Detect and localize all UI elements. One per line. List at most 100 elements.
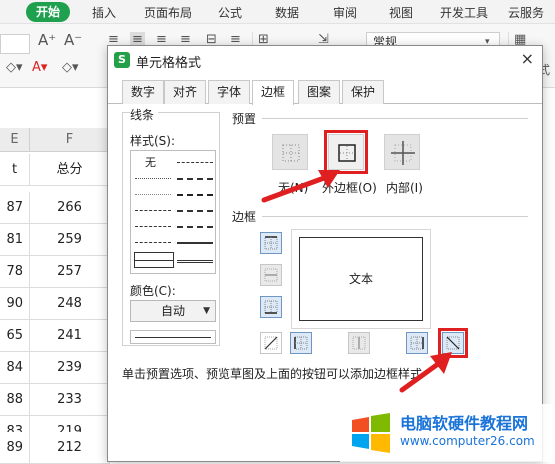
font-size-field[interactable] [0,34,30,54]
border-inner-horizontal-button[interactable] [260,264,282,286]
spreadsheet: E F t 总分 87 266 81 259 78 257 90 248 65 … [0,88,110,462]
border-divider [262,216,528,217]
color-line-preview [130,330,216,344]
increase-font-icon[interactable]: A⁺ [38,32,56,48]
border-left-button[interactable] [290,332,312,354]
border-right-icon [410,336,424,350]
dialog-tab-bar: 数字 对齐 字体 边框 图案 保护 [108,80,542,105]
font-color-icon[interactable]: A▾ [32,60,47,76]
line-style-dash-dot[interactable] [135,203,171,217]
style-label: 样式(S): [130,132,180,149]
border-inner-vertical-button[interactable] [348,332,370,354]
ribbon-tab-bar: 开始 插入 页面布局 公式 数据 审阅 视图 开发工具 云服务 [0,0,555,24]
preset-group-label: 预置 [232,110,261,127]
tab-protection[interactable]: 保护 [342,80,385,104]
table-cell[interactable]: 233 [30,384,110,416]
close-icon[interactable]: × [521,50,534,68]
preset-inside-label: 内部(I) [386,181,423,195]
line-style-dashed[interactable] [135,219,171,233]
column-header-f[interactable]: F [30,128,110,152]
preview-text: 文本 [348,272,373,286]
format-cells-dialog: S 单元格格式 × 数字 对齐 字体 边框 图案 保护 线条 样式(S): 无 … [107,45,543,462]
color-select[interactable]: 自动 ▼ [130,300,216,322]
line-style-thick[interactable] [177,253,213,267]
table-cell[interactable]: 87 [0,192,30,224]
line-style-medium-dash-dot[interactable] [177,203,213,217]
border-top-icon [264,236,278,250]
ribbon-tab-review[interactable]: 审阅 [333,4,357,21]
windows-logo-icon [352,413,390,453]
table-cell[interactable]: 257 [30,256,110,288]
border-inner-vertical-icon [352,336,366,350]
tab-border[interactable]: 边框 [252,80,295,105]
preset-none-icon [282,144,300,162]
border-diagonal-down-button[interactable] [438,328,468,358]
line-style-dash-dot-dot[interactable] [177,155,213,169]
border-diagonal-up-button[interactable] [260,332,282,354]
app-logo-icon: S [114,52,130,68]
fill-color-icon[interactable]: ◇▾ [6,60,23,76]
ribbon-tab-developer[interactable]: 开发工具 [440,4,488,21]
line-style-list[interactable]: 无 [130,150,216,274]
dialog-title: 单元格格式 [136,56,202,71]
ribbon-tab-formulas[interactable]: 公式 [218,4,242,21]
line-style-dotted[interactable] [135,171,171,185]
border-bottom-button[interactable] [260,296,282,318]
column-header-e[interactable]: E [0,128,30,152]
header-cell-e[interactable]: t [0,154,30,186]
line-style-thin[interactable] [134,252,174,268]
ribbon-tab-insert[interactable]: 插入 [92,4,116,21]
line-group-label: 线条 [130,106,159,123]
line-style-medium-dashed[interactable] [177,219,213,233]
line-style-none-label: 无 [145,156,156,169]
decrease-font-icon[interactable]: A⁻ [64,32,82,48]
diagonal-up-icon [264,336,278,350]
preset-inside-icon [391,141,415,165]
ribbon-tab-data[interactable]: 数据 [275,4,299,21]
line-style-dense-dash[interactable] [135,235,171,249]
header-cell-total[interactable]: 总分 [30,154,110,186]
table-cell[interactable]: 241 [30,320,110,352]
table-cell[interactable]: 81 [0,224,30,256]
line-style-slant-dash-dot[interactable] [177,187,213,201]
table-cell[interactable]: 88 [0,384,30,416]
table-cell[interactable]: 266 [30,192,110,224]
table-cell[interactable]: 78 [0,256,30,288]
line-style-hair[interactable] [135,187,171,201]
watermark-site-name: 电脑软硬件教程网 [400,414,529,433]
ribbon-tab-home[interactable]: 开始 [26,2,71,22]
tab-number[interactable]: 数字 [122,80,165,104]
table-cell[interactable]: 239 [30,352,110,384]
preset-outline-button[interactable] [324,130,368,174]
border-right-button[interactable] [406,332,428,354]
ribbon-tab-view[interactable]: 视图 [389,4,413,21]
tab-pattern[interactable]: 图案 [298,80,341,104]
table-cell[interactable]: 65 [0,320,30,352]
watermark-url: www.computer26.com [400,434,535,448]
border-left-icon [294,336,308,350]
line-style-medium-dash-dot-dot[interactable] [177,171,213,185]
chevron-down-icon: ▼ [203,306,210,316]
line-style-medium[interactable] [177,235,213,249]
border-preview[interactable]: 文本 [299,237,423,321]
border-bottom-icon [264,300,278,314]
preset-inside-button[interactable] [384,134,420,170]
dialog-title-bar[interactable]: S 单元格格式 × [108,46,542,74]
tab-alignment[interactable]: 对齐 [164,80,207,104]
table-cell[interactable]: 212 [30,432,110,464]
border-top-button[interactable] [260,232,282,254]
table-cell[interactable]: 84 [0,352,30,384]
ribbon-tab-page-layout[interactable]: 页面布局 [144,4,192,21]
table-cell[interactable]: 248 [30,288,110,320]
clear-icon[interactable]: ◇▾ [62,60,79,76]
line-style-none[interactable]: 无 [135,155,171,169]
preset-none-button[interactable] [272,134,308,170]
hint-text: 单击预置选项、预览草图及上面的按钮可以添加边框样式 [122,367,423,381]
border-group-label: 边框 [232,208,261,225]
table-cell[interactable]: 89 [0,432,30,464]
diagonal-down-icon [446,336,460,350]
tab-font[interactable]: 字体 [208,80,251,104]
table-cell[interactable]: 259 [30,224,110,256]
table-cell[interactable]: 90 [0,288,30,320]
ribbon-tab-cloud[interactable]: 云服务 [508,4,544,21]
